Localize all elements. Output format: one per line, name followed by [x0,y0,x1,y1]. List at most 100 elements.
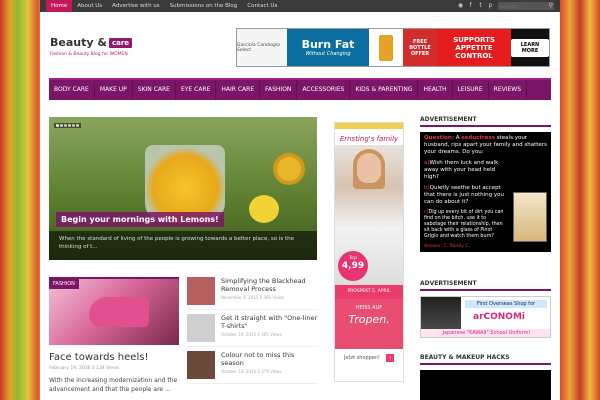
skyscraper-ad[interactable]: Ernsting's family Top 4,99 PROSPEKT 5. A… [334,122,404,382]
post-thumbnail[interactable] [187,351,215,379]
header-banner-ad[interactable]: Garcinia Cambogia Select Burn Fat Withou… [236,28,550,67]
banner-supports-1: SUPPORTS [453,35,495,44]
shop-label: Jetzt shoppen! [343,355,381,361]
post-meta: October 13, 2015 0 379 Views [221,369,282,374]
category-badge[interactable]: FASHION [49,279,79,289]
banner-supports-2: APPETITE [455,43,493,52]
search-input[interactable] [498,3,546,12]
top-nav-home[interactable]: Home [46,0,73,12]
post-thumbnail[interactable] [187,277,215,305]
top-nav-advertise[interactable]: Advertise with us [107,0,165,12]
sidebar: ADVERTISEMENT Question: A seductress ste… [420,116,551,400]
featured-excerpt: With the increasing modernization and th… [49,377,178,393]
nav-make-up[interactable]: MAKE UP [95,80,133,100]
nav-accessories[interactable]: ACCESSORIES [297,80,351,100]
ad-tropen-word: Tropen. [348,313,390,326]
logo-badge: care [108,37,133,48]
nav-leisure[interactable]: LEISURE [453,80,489,100]
widget-heading: BEAUTY & MAKEUP HACKS [420,354,551,365]
ad-option: b)Quietly seethe but accept that there i… [424,185,504,206]
banner-brand: Garcinia Cambogia Select [237,29,287,66]
top-nav-about[interactable]: About Us [72,0,107,12]
nav-body-care[interactable]: BODY CARE [49,80,95,100]
social-icons: ◉ f t p [457,1,494,10]
slide-excerpt: When the standard of living of the peopl… [49,231,317,260]
post-title[interactable]: Colour not to miss this season [221,351,318,367]
lemon-image [249,195,279,223]
ad-option: c)Dig up every bit of dirt you can find … [424,210,504,240]
ad2-line1: First Overseas Shop for [465,300,547,308]
learn-more-button[interactable]: LEARN MORE [511,38,549,57]
featured-post: FASHION Face towards heels! February 19,… [49,277,179,394]
nav-kids-parenting[interactable]: KIDS & PARENTING [350,80,419,100]
post-meta: October 19, 2015 0 305 Views [221,332,282,337]
post-thumbnail[interactable] [187,314,215,342]
slider-dot[interactable] [64,124,67,127]
slider-dot[interactable] [68,124,71,127]
nav-health[interactable]: HEALTH [418,80,453,100]
question-label: Question: [424,135,455,141]
ad-prospekt: PROSPEKT 5. APRIL [335,285,403,299]
banner-supports: SUPPORTS APPETITE CONTROL [437,29,511,66]
sunflower-image [277,157,301,181]
option-text: Wish them luck and walk away with your h… [424,160,499,180]
banner-free: FREE BOTTLE OFFER [403,29,437,66]
book-ad[interactable]: Question: A seductress steals your husba… [420,132,551,252]
ad2-brand: arCONOMi [473,312,525,322]
nav-eye-care[interactable]: EYE CARE [176,80,217,100]
search-icon[interactable]: ⚲ [549,2,553,10]
price-value: 4,99 [341,261,365,271]
list-item: Get it straight with "One-liner T-shirts… [187,314,318,347]
slider-dots[interactable] [54,123,81,128]
arconomi-ad[interactable]: First Overseas Shop for arCONOMi Japanes… [420,296,551,338]
top-nav-contact[interactable]: Contact Us [242,0,282,12]
question-a: A [455,135,460,141]
widget-heading: ADVERTISEMENT [420,280,551,291]
question-word: seductress [461,135,496,141]
ad-question: Question: A seductress steals your husba… [424,135,547,156]
featured-title[interactable]: Face towards heels! [49,352,179,363]
post-meta: November 9, 2015 0 301 Views [221,295,284,300]
slider-dot[interactable] [60,124,63,127]
nav-fashion[interactable]: FASHION [260,80,298,100]
facebook-icon[interactable]: f [467,1,474,10]
shop-now-link[interactable]: Jetzt shoppen! › [335,349,403,367]
nav-hair-care[interactable]: HAIR CARE [216,80,261,100]
top-nav-submissions[interactable]: Submissions on the Blog [165,0,243,12]
slider-dot[interactable] [56,124,59,127]
post-title[interactable]: Simplifying the Blackhead Removal Proces… [221,277,318,293]
heels-image[interactable]: FASHION [49,277,179,345]
pinterest-icon[interactable]: p [487,1,494,10]
post-title[interactable]: Get it straight with "One-liner T-shirts… [221,314,318,330]
main-nav: BODY CARE MAKE UP SKIN CARE EYE CARE HAI… [49,78,551,100]
slider-dot[interactable] [76,124,79,127]
book-cover-image [513,192,547,242]
list-item: Simplifying the Blackhead Removal Proces… [187,277,318,310]
featured-slider[interactable]: Begin your mornings with Lemons! When th… [49,117,317,260]
banner-sub: Without Changing [305,51,351,57]
slider-dot[interactable] [72,124,75,127]
ad-heiss: HEISS AUF [355,305,383,311]
nav-reviews[interactable]: REVIEWS [489,80,528,100]
slide-title[interactable]: Begin your mornings with Lemons! [56,212,224,227]
arrow-right-icon[interactable]: › [386,354,395,362]
banner-supports-3: CONTROL [455,51,493,60]
nav-skin-care[interactable]: SKIN CARE [133,80,176,100]
search-box: ⚲ [498,2,554,12]
twitter-icon[interactable]: t [477,1,484,10]
price-badge: Top 4,99 [338,251,368,281]
option-text: Quietly seethe but accept that there is … [424,185,504,205]
rss-icon[interactable]: ◉ [457,1,464,10]
ad-option: a)Wish them luck and walk away with your… [424,160,504,181]
banner-headline: Burn Fat [301,38,355,51]
site-logo[interactable]: Beauty & care Fashion & Beauty Blog for W… [50,36,133,57]
model-image: Top 4,99 [335,145,403,285]
banner-cta[interactable]: LEARN MORE [511,29,549,66]
list-item: Colour not to miss this season October 1… [187,351,318,384]
option-text: Dig up every bit of dirt you can find on… [424,210,504,239]
page: Home About Us Advertise with us Submissi… [40,0,560,400]
widget-heading: ADVERTISEMENT [420,116,551,127]
hacks-video[interactable] [420,370,551,400]
ad-answer: Answer: C. Totally C. [424,244,470,249]
model-face [357,153,381,183]
